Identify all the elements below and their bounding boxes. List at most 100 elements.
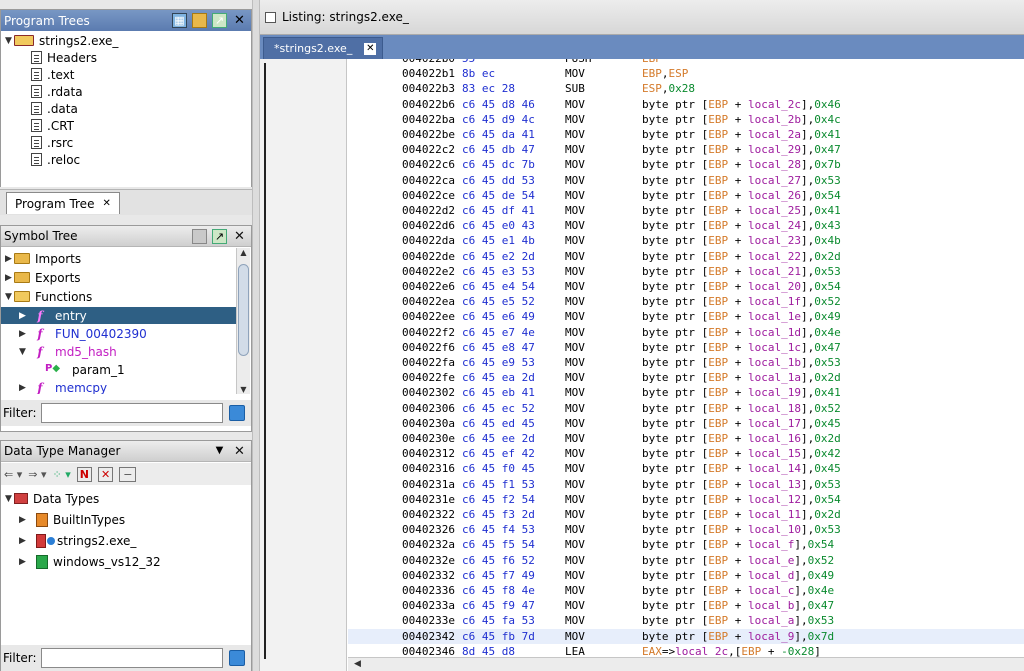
- instruction-address[interactable]: 004022f2: [402, 325, 455, 340]
- filter-options-icon[interactable]: [228, 650, 245, 666]
- tree-item-builtin-types[interactable]: ▶ BuiltInTypes: [1, 511, 251, 528]
- instruction-bytes[interactable]: c6 45 ed 45: [462, 416, 535, 431]
- operand-variable[interactable]: local_1f: [748, 295, 801, 308]
- back-arrow-icon[interactable]: ⇐ ▾: [4, 468, 22, 481]
- instruction-address[interactable]: 0040230e: [402, 431, 455, 446]
- instruction-mnemonic[interactable]: MOV: [565, 142, 585, 157]
- operand-register[interactable]: EBP: [708, 98, 728, 111]
- instruction-operands[interactable]: byte ptr [EBP + local_20],0x54: [642, 279, 841, 294]
- instruction-mnemonic[interactable]: MOV: [565, 583, 585, 598]
- tree-item-rdata[interactable]: .rdata: [1, 83, 251, 100]
- operand-variable[interactable]: local_25: [748, 204, 801, 217]
- menu-dropdown-icon[interactable]: ▼: [212, 444, 227, 459]
- scroll-down-icon[interactable]: ▼: [237, 385, 250, 394]
- operand-scalar[interactable]: 0x49: [814, 310, 841, 323]
- tree-item-data-types[interactable]: ▼ Data Types: [1, 490, 251, 507]
- operand-variable[interactable]: local_11: [748, 508, 801, 521]
- operand-variable[interactable]: local_18: [748, 402, 801, 415]
- instruction-operands[interactable]: byte ptr [EBP + local_11],0x2d: [642, 507, 841, 522]
- instruction-operands[interactable]: byte ptr [EBP + local_e],0x52: [642, 553, 834, 568]
- listing-line[interactable]: 0040231e c6 45 f2 54 MOV byte ptr [EBP + lo…: [348, 492, 1024, 507]
- horizontal-scrollbar[interactable]: ◀: [348, 657, 1024, 671]
- operand-variable[interactable]: local_2b: [748, 113, 801, 126]
- tree-item-text[interactable]: .text: [1, 66, 251, 83]
- operand-variable[interactable]: local_20: [748, 280, 801, 293]
- operand-register[interactable]: EBP: [708, 143, 728, 156]
- operand-variable[interactable]: local_d: [748, 569, 794, 582]
- operand-variable[interactable]: local_23: [748, 234, 801, 247]
- instruction-operands[interactable]: byte ptr [EBP + local_26],0x54: [642, 188, 841, 203]
- instruction-operands[interactable]: byte ptr [EBP + local_2b],0x4c: [642, 112, 841, 127]
- instruction-address[interactable]: 004022d6: [402, 218, 455, 233]
- operand-variable[interactable]: local_15: [748, 447, 801, 460]
- instruction-bytes[interactable]: c6 45 f5 54: [462, 537, 535, 552]
- listing-line[interactable]: 004022be c6 45 da 41 MOV byte ptr [EBP + lo…: [348, 127, 1024, 142]
- chevron-down-icon[interactable]: ▼: [3, 494, 14, 504]
- chevron-right-icon[interactable]: ▶: [17, 557, 28, 567]
- instruction-bytes[interactable]: 83 ec 28: [462, 81, 515, 96]
- tree-item-exports[interactable]: ▶ Exports: [1, 269, 236, 286]
- operand-register[interactable]: EBP: [708, 402, 728, 415]
- listing-line[interactable]: 0040232e c6 45 f6 52 MOV byte ptr [EBP + lo…: [348, 553, 1024, 568]
- instruction-mnemonic[interactable]: MOV: [565, 598, 585, 613]
- instruction-bytes[interactable]: c6 45 e3 53: [462, 264, 535, 279]
- instruction-operands[interactable]: byte ptr [EBP + local_16],0x2d: [642, 431, 841, 446]
- instruction-mnemonic[interactable]: MOV: [565, 112, 585, 127]
- instruction-mnemonic[interactable]: MOV: [565, 249, 585, 264]
- operand-register[interactable]: EBP: [708, 478, 728, 491]
- instruction-bytes[interactable]: 55: [462, 59, 475, 66]
- tree-item-windows-vs12[interactable]: ▶ windows_vs12_32: [1, 553, 251, 570]
- array-filter-icon[interactable]: N: [76, 466, 92, 482]
- folder-icon[interactable]: [192, 13, 207, 28]
- instruction-mnemonic[interactable]: MOV: [565, 385, 585, 400]
- listing-line[interactable]: 004022ca c6 45 dd 53 MOV byte ptr [EBP + lo…: [348, 173, 1024, 188]
- operand-variable[interactable]: local_14: [748, 462, 801, 475]
- data-type-filter-input[interactable]: [40, 648, 223, 668]
- operand-scalar[interactable]: 0x41: [814, 386, 841, 399]
- close-icon[interactable]: ✕: [232, 13, 247, 28]
- instruction-address[interactable]: 004022f6: [402, 340, 455, 355]
- operand-scalar[interactable]: 0x41: [814, 128, 841, 141]
- instruction-bytes[interactable]: c6 45 de 54: [462, 188, 535, 203]
- instruction-mnemonic[interactable]: MOV: [565, 492, 585, 507]
- instruction-operands[interactable]: byte ptr [EBP + local_18],0x52: [642, 401, 841, 416]
- listing-code[interactable]: 004022b0 55 PUSH EBP 004022b1 8b ec MOV EBP,ESP…: [348, 59, 1024, 657]
- operand-variable[interactable]: local_29: [748, 143, 801, 156]
- instruction-operands[interactable]: byte ptr [EBP + local_28],0x7b: [642, 157, 841, 172]
- listing-line[interactable]: 0040232a c6 45 f5 54 MOV byte ptr [EBP + lo…: [348, 537, 1024, 552]
- instruction-operands[interactable]: byte ptr [EBP + local_21],0x53: [642, 264, 841, 279]
- operand-scalar[interactable]: 0x54: [814, 189, 841, 202]
- close-icon[interactable]: ✕: [232, 444, 247, 459]
- chevron-right-icon[interactable]: ▶: [17, 536, 28, 546]
- operand-register[interactable]: EBP: [708, 554, 728, 567]
- instruction-address[interactable]: 004022c2: [402, 142, 455, 157]
- operand-scalar[interactable]: 0x47: [808, 599, 835, 612]
- operand-register[interactable]: ESP: [642, 82, 662, 95]
- instruction-operands[interactable]: byte ptr [EBP + local_1b],0x53: [642, 355, 841, 370]
- instruction-operands[interactable]: byte ptr [EBP + local_1a],0x2d: [642, 370, 841, 385]
- instruction-bytes[interactable]: c6 45 f2 54: [462, 492, 535, 507]
- instruction-bytes[interactable]: c6 45 e8 47: [462, 340, 535, 355]
- tree-root[interactable]: ▼ strings2.exe_: [1, 32, 251, 49]
- listing-line[interactable]: 00402326 c6 45 f4 53 MOV byte ptr [EBP + lo…: [348, 522, 1024, 537]
- instruction-mnemonic[interactable]: MOV: [565, 294, 585, 309]
- instruction-mnemonic[interactable]: MOV: [565, 401, 585, 416]
- instruction-bytes[interactable]: c6 45 f3 2d: [462, 507, 535, 522]
- instruction-address[interactable]: 00402326: [402, 522, 455, 537]
- instruction-operands[interactable]: byte ptr [EBP + local_22],0x2d: [642, 249, 841, 264]
- collapse-all-icon[interactable]: −: [119, 466, 137, 482]
- instruction-mnemonic[interactable]: LEA: [565, 644, 585, 657]
- instruction-operands[interactable]: EAX=>local_2c,[EBP + -0x28]: [642, 644, 821, 657]
- operand-scalar[interactable]: 0x53: [814, 356, 841, 369]
- instruction-operands[interactable]: byte ptr [EBP + local_14],0x45: [642, 461, 841, 476]
- instruction-operands[interactable]: byte ptr [EBP + local_9],0x7d: [642, 629, 834, 644]
- operand-variable[interactable]: local_13: [748, 478, 801, 491]
- chevron-right-icon[interactable]: ▶: [17, 329, 28, 339]
- operand-scalar[interactable]: 0x54: [814, 493, 841, 506]
- operand-scalar[interactable]: 0x53: [814, 478, 841, 491]
- instruction-bytes[interactable]: c6 45 d8 46: [462, 97, 535, 112]
- operand-register[interactable]: EBP: [708, 326, 728, 339]
- instruction-address[interactable]: 00402302: [402, 385, 455, 400]
- operand-register[interactable]: EBP: [708, 128, 728, 141]
- tree-item-crt[interactable]: .CRT: [1, 117, 251, 134]
